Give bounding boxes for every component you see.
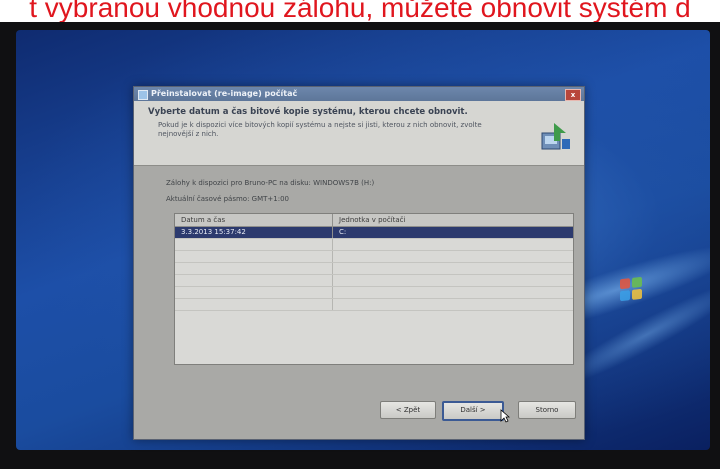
column-header-drive[interactable]: Jednotka v počítači <box>333 214 573 226</box>
back-button[interactable]: < Zpět <box>380 401 436 419</box>
app-icon <box>138 90 148 100</box>
cancel-button[interactable]: Storno <box>518 401 576 419</box>
table-row <box>175 299 573 311</box>
table-row <box>175 287 573 299</box>
table-row[interactable]: 3.3.2013 15:37:42 C: <box>175 227 573 239</box>
header-title: Vyberte datum a čas bitové kopie systému… <box>148 107 468 117</box>
table-row <box>175 251 573 263</box>
backup-table: Datum a čas Jednotka v počítači 3.3.2013… <box>174 213 574 365</box>
dialog-header: Vyberte datum a čas bitové kopie systému… <box>134 101 584 166</box>
table-header: Datum a čas Jednotka v počítači <box>175 214 573 227</box>
reimage-dialog: Přeinstalovat (re-image) počítač x Vyber… <box>133 86 585 440</box>
table-row <box>175 239 573 251</box>
timezone-text: Aktuální časové pásmo: GMT+1:00 <box>166 195 289 203</box>
next-button[interactable]: Další > <box>442 401 504 421</box>
mouse-cursor-icon <box>500 409 510 423</box>
backup-restore-icon <box>541 123 570 150</box>
backup-location-text: Zálohy k dispozici pro Bruno-PC na disku… <box>166 179 375 187</box>
table-row <box>175 275 573 287</box>
header-description: Pokud je k dispozici více bitových kopií… <box>158 121 482 138</box>
windows-logo-icon <box>620 276 642 302</box>
cell-date: 3.3.2013 15:37:42 <box>175 227 333 238</box>
column-header-date[interactable]: Datum a čas <box>175 214 333 226</box>
dialog-titlebar[interactable]: Přeinstalovat (re-image) počítač x <box>134 87 584 101</box>
close-button[interactable]: x <box>565 89 581 101</box>
table-row <box>175 263 573 275</box>
dialog-title: Přeinstalovat (re-image) počítač <box>151 89 298 98</box>
cell-drive: C: <box>339 228 347 236</box>
monitor-photo: Přeinstalovat (re-image) počítač x Vyber… <box>0 22 720 469</box>
caption-text: t vybranou vhodnou zálohu, můžete obnovi… <box>29 0 691 22</box>
